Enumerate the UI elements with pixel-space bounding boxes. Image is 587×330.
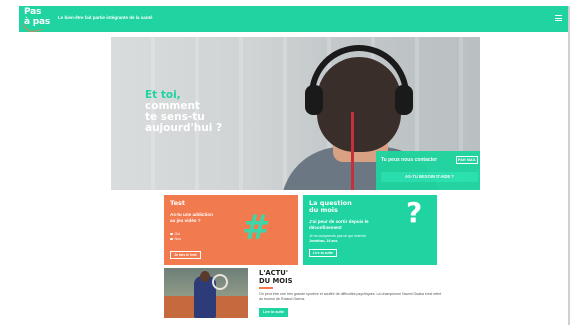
headphone-cup <box>305 85 323 115</box>
brand-logo[interactable]: Pas à pas <box>23 7 54 34</box>
news-body: On peut être une très grande sportive et… <box>259 292 442 301</box>
read-more-news-button[interactable]: Lire la suite <box>259 308 289 317</box>
headphone-cup <box>395 85 413 115</box>
news-photo[interactable] <box>164 268 248 318</box>
test-card: Test As-tu une addiction au jeu vidéo ? … <box>164 195 298 265</box>
question-mark-icon: ? <box>406 196 423 229</box>
page: Pas à pas Le bien-être fait partie intég… <box>0 0 587 330</box>
top-navigation-bar: Pas à pas Le bien-être fait partie intég… <box>19 6 568 34</box>
contact-panel: Tu peux nous contacter PAR MAIL AS-TU BE… <box>376 151 480 190</box>
test-question-line2: au jeu vidéo ? <box>170 217 201 223</box>
question-body: Je ne comprends pas ce qui m'arrive <box>309 234 367 238</box>
hero-line: aujourd'hui ? <box>145 122 223 134</box>
hero-banner: Et toi, comment te sens-tu aujourd'hui ?… <box>111 37 480 190</box>
news-title: L'ACTU' DU MOIS <box>259 269 293 285</box>
read-more-question-button[interactable]: Lire la suite <box>309 249 337 257</box>
news-title-line2: DU MOIS <box>259 277 293 285</box>
test-option-label: Oui <box>174 232 180 236</box>
question-card-title-line2: du mois <box>309 206 338 214</box>
tennis-racket-icon <box>212 274 228 290</box>
question-of-month-card: La question du mois J'ai peur de sortir … <box>303 195 437 265</box>
radio-icon <box>170 237 173 241</box>
test-card-title: Test <box>170 199 185 207</box>
test-option-yes[interactable]: Oui <box>170 232 180 237</box>
test-option-no[interactable]: Non <box>170 237 181 242</box>
contact-label: Tu peux nous contacter <box>381 157 438 163</box>
radio-icon <box>170 232 173 236</box>
headphone-cable <box>351 112 354 190</box>
contact-mail-button[interactable]: PAR MAIL <box>456 156 478 164</box>
hamburger-menu-icon[interactable] <box>555 15 562 21</box>
news-photo-face <box>200 271 210 282</box>
page-scrollbar[interactable] <box>568 6 570 325</box>
logo-arc-icon <box>23 20 43 34</box>
take-test-button[interactable]: Je fais le test <box>170 251 201 259</box>
site-tagline: Le bien-être fait partie intégrante de l… <box>58 15 153 20</box>
need-help-button[interactable]: AS-TU BESOIN D'AIDE ? <box>381 172 478 182</box>
question-author: Jonathan, 16 ans <box>309 239 338 243</box>
test-option-label: Non <box>174 237 181 241</box>
question-line2: déconfinement <box>309 224 342 230</box>
hero-heading: Et toi, comment te sens-tu aujourd'hui ? <box>145 90 222 134</box>
logo-text-line1: Pas <box>24 7 42 17</box>
hashtag-icon: # <box>242 208 271 248</box>
news-divider <box>259 287 273 289</box>
news-title-line1: L'ACTU' <box>259 269 288 277</box>
